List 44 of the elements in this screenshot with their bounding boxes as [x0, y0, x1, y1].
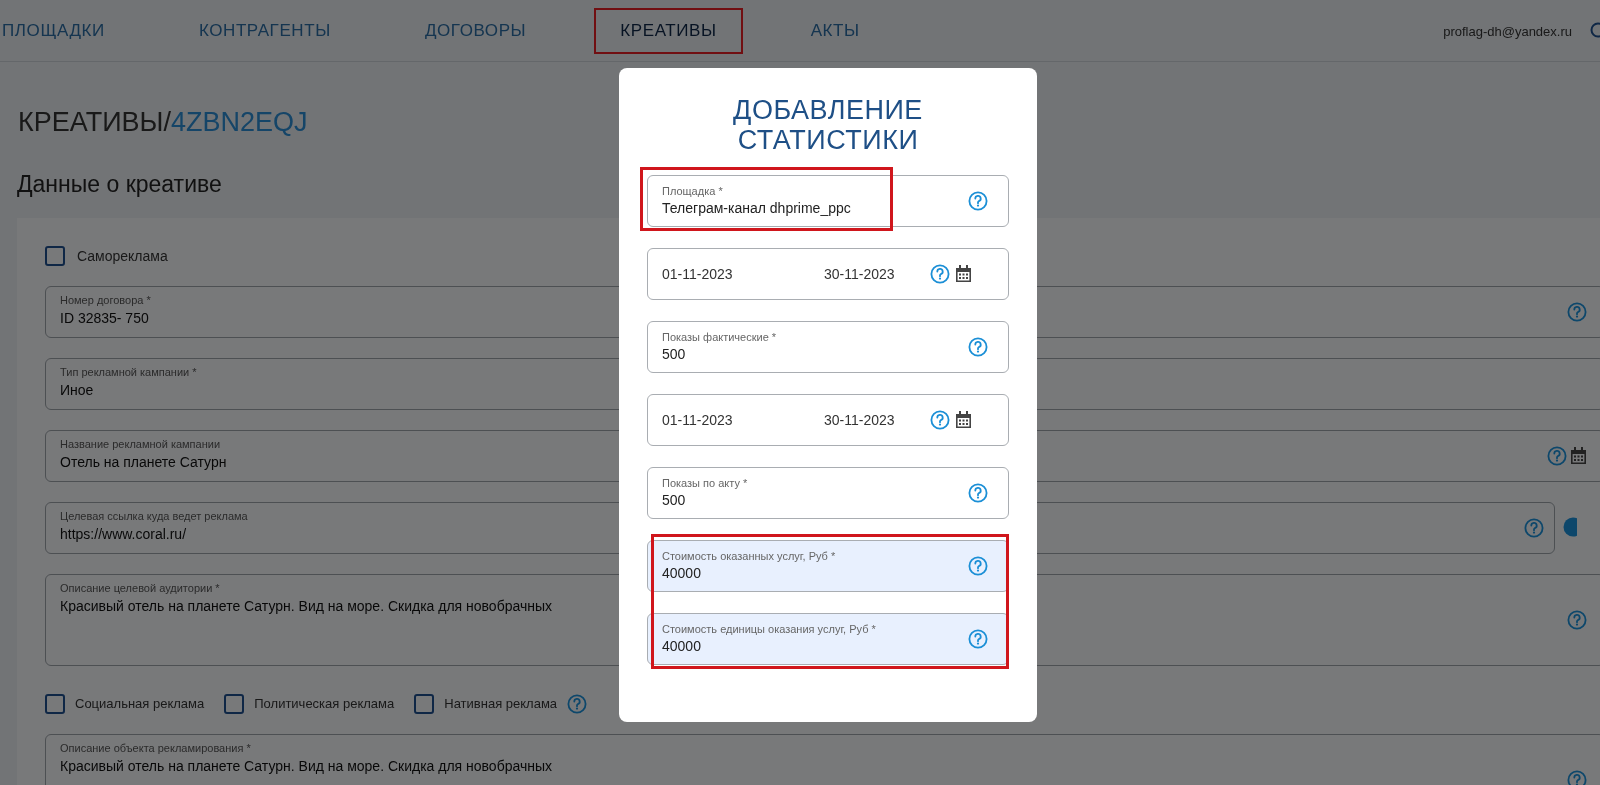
field-value: Красивый отель на планете Сатурн. Вид на море. Скидка для новобрачных — [60, 757, 553, 776]
nav-tab[interactable]: ДОГОВОРЫ — [398, 7, 553, 54]
section-title: Данные о креативе — [17, 169, 222, 199]
modal-title: ДОБАВЛЕНИЕ СТАТИСТИКИ — [732, 95, 924, 155]
checkbox-label: Социальная реклама — [75, 695, 205, 714]
checkbox-label: Нативная реклама — [444, 695, 558, 714]
field-label: Тип рекламной кампании * — [60, 365, 197, 379]
date-value: 30-11-2023 — [824, 264, 895, 284]
checkbox-label: Самореклама — [77, 246, 168, 266]
checkbox-label: Политическая реклама — [254, 695, 395, 714]
date-value: 01-11-2023 — [662, 410, 734, 430]
field-label: Стоимость единицы оказания услуг, Руб * — [662, 622, 876, 636]
user-email: proflag-dh@yandex.ru — [1443, 23, 1572, 41]
field-label: Показы по акту * — [662, 476, 748, 490]
nav-tab[interactable]: КОНТРАГЕНТЫ — [172, 7, 357, 54]
field-label: Описание целевой аудитории * — [60, 581, 221, 595]
nav-tab[interactable]: ПЛОЩАДКИ — [0, 7, 131, 54]
date-value: 30-11-2023 — [824, 410, 895, 430]
textarea-field[interactable]: Описание объекта рекламирования * Красивый отель на планете Сатурн. Вид на море. Скидка для новобрачных — [45, 734, 1600, 785]
input-field[interactable]: Стоимость оказанных услуг, Руб * 40000 — [647, 540, 1009, 592]
date-range-field[interactable]: 01-11-2023 30-11-2023 — [647, 248, 1009, 300]
input-field[interactable]: Стоимость единицы оказания услуг, Руб * 40000 — [647, 613, 1009, 665]
field-value: Красивый отель на планете Сатурн. Вид на море. Скидка для новобрачных — [60, 597, 553, 616]
field-label: Целевая ссылка куда ведет реклама — [60, 509, 248, 523]
date-range-field[interactable]: 01-11-2023 30-11-2023 — [647, 394, 1009, 446]
input-field[interactable]: Площадка * Телеграм-канал dhprime_ppc — [647, 175, 1009, 227]
field-label: Название рекламной кампании — [60, 437, 222, 451]
field-label: Описание объекта рекламирования * — [60, 741, 252, 755]
field-value: 40000 — [662, 637, 702, 656]
nav-tab[interactable]: КРЕАТИВЫ — [594, 7, 743, 54]
field-value: Иное — [60, 381, 95, 400]
field-label: Площадка * — [662, 184, 724, 198]
date-value: 01-11-2023 — [662, 264, 734, 284]
input-field[interactable]: Показы по акту * 500 — [647, 467, 1009, 519]
nav-tab[interactable]: АКТЫ — [784, 7, 886, 54]
field-value: Телеграм-канал dhprime_ppc — [662, 199, 851, 218]
field-value: ID 32835- 750 — [60, 309, 150, 328]
field-label: Номер договора * — [60, 293, 151, 307]
breadcrumb-section[interactable]: КРЕАТИВЫ/ — [18, 102, 171, 143]
field-label: Показы фактические * — [662, 330, 777, 344]
breadcrumb-id: 4ZBN2EQJ — [170, 106, 308, 139]
field-value: https://www.coral.ru/ — [60, 525, 188, 544]
field-value: Отель на планете Сатурн — [60, 453, 227, 472]
input-field[interactable]: Показы фактические * 500 — [647, 321, 1009, 373]
